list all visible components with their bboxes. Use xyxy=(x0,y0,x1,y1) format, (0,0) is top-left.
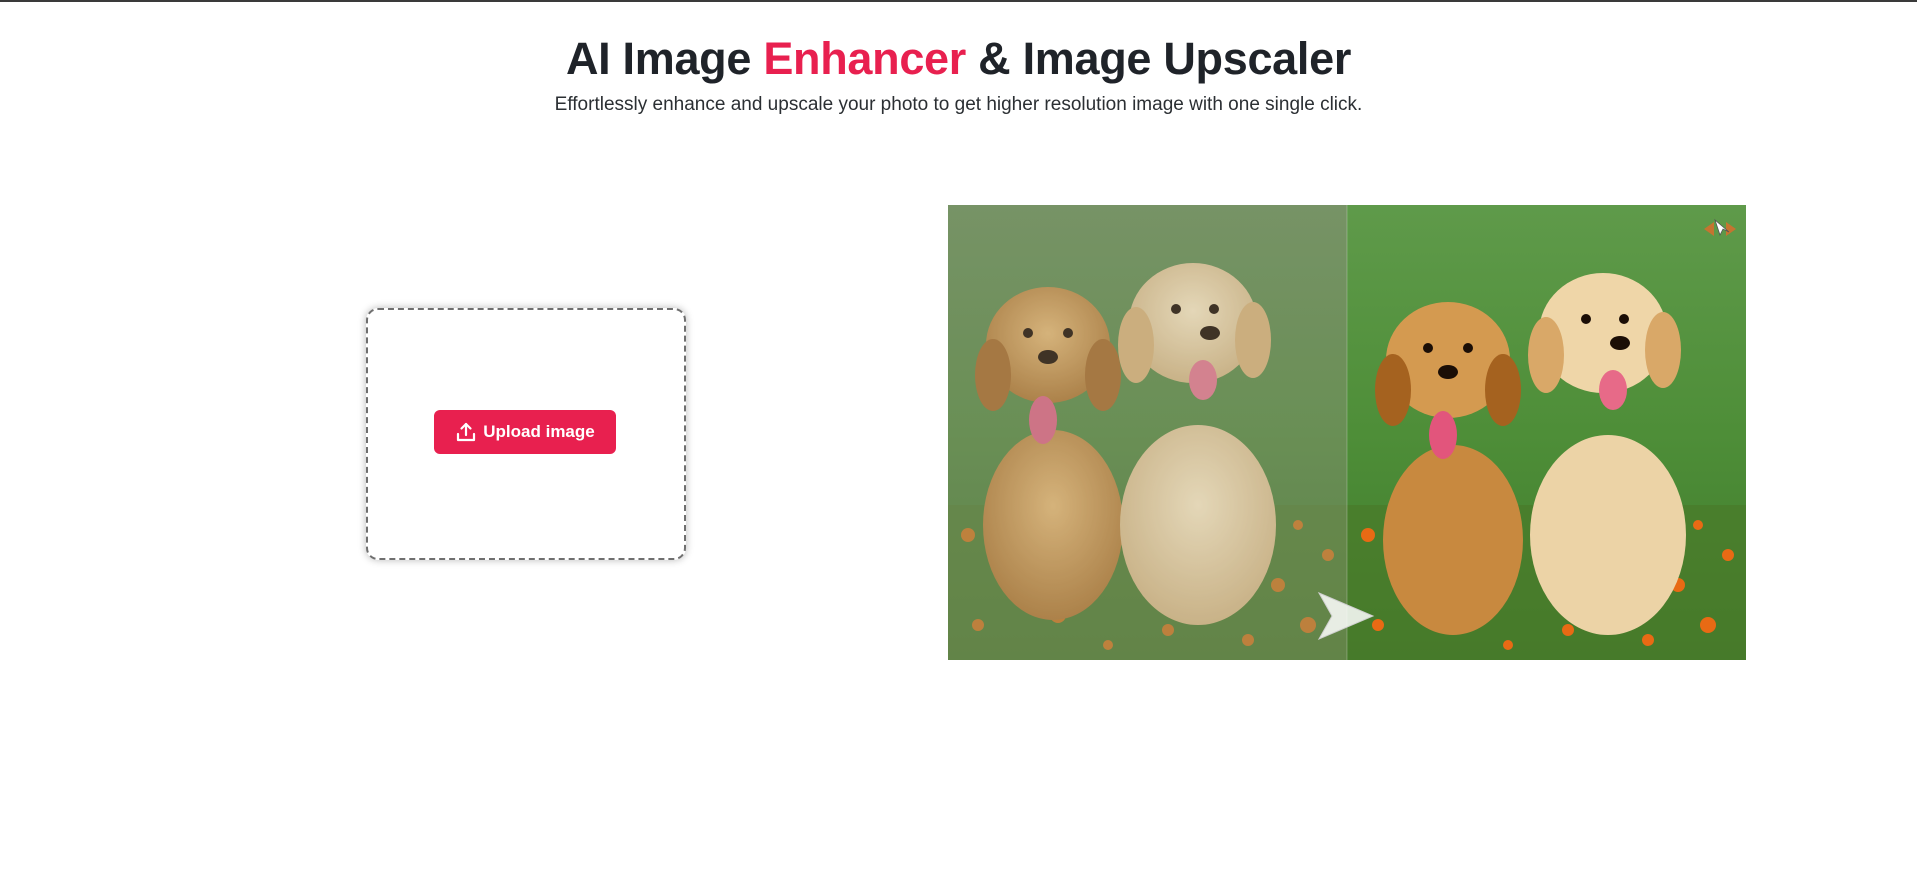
hero-header: AI Image Enhancer & Image Upscaler Effor… xyxy=(0,30,1917,118)
top-border xyxy=(0,0,1917,2)
upload-icon xyxy=(455,421,477,443)
after-image xyxy=(1347,205,1746,660)
title-part2: & Image Upscaler xyxy=(965,33,1352,84)
title-accent: Enhancer xyxy=(763,33,966,84)
upload-button-label: Upload image xyxy=(483,422,595,441)
upload-image-button[interactable]: Upload image xyxy=(434,410,616,454)
title-part1: AI Image xyxy=(565,33,764,84)
page-subtitle: Effortlessly enhance and upscale your ph… xyxy=(554,94,1363,115)
before-image xyxy=(948,205,1347,660)
page-title: AI Image Enhancer & Image Upscaler xyxy=(0,30,1917,88)
upload-dropzone[interactable]: Upload image xyxy=(366,308,686,560)
before-after-comparison xyxy=(948,205,1746,660)
